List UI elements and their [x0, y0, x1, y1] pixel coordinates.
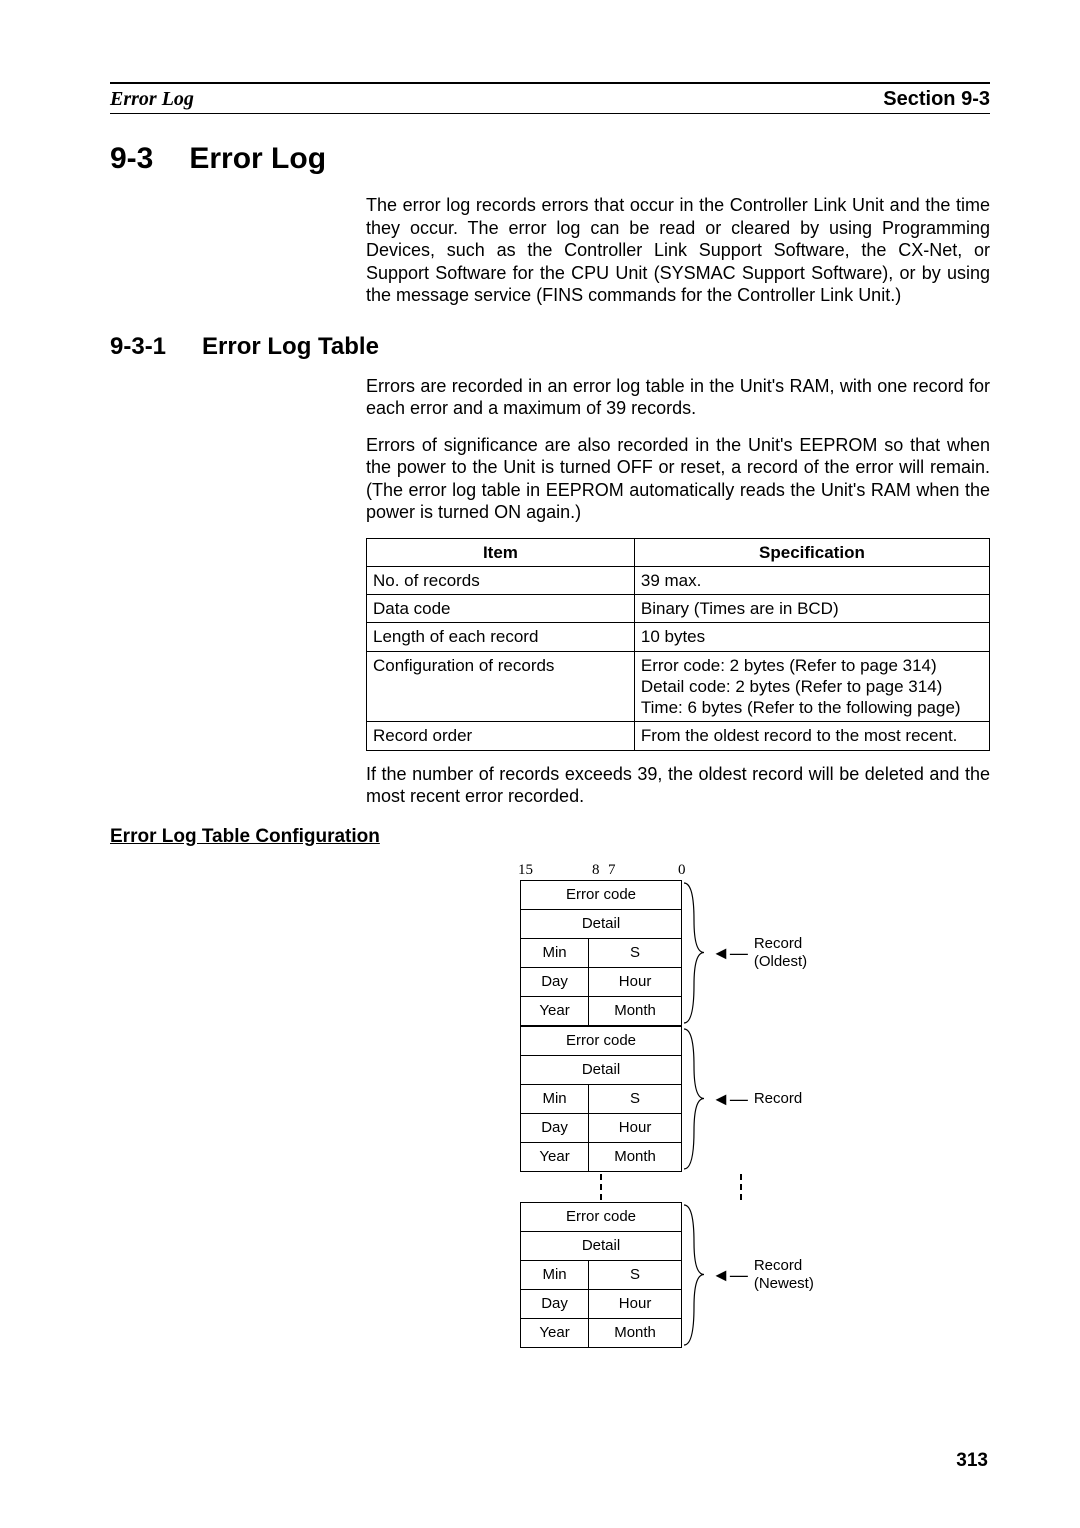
arrow-left-icon: ◄— [712, 944, 748, 962]
bracket-icon [682, 1026, 712, 1172]
section-number: 9-3 [110, 142, 153, 176]
cell-month: Month [589, 1142, 682, 1171]
th-spec: Specification [634, 538, 989, 566]
paragraph-eeprom: Errors of significance are also recorded… [366, 434, 990, 524]
cell-s: S [589, 938, 682, 967]
bracket-icon [682, 880, 712, 1026]
cell-hour: Hour [589, 1289, 682, 1318]
cell-month: Month [589, 1318, 682, 1347]
label-newest: ◄— Record (Newest) [712, 1257, 814, 1292]
cell-day: Day [521, 967, 589, 996]
th-item: Item [367, 538, 635, 566]
label-oldest: ◄— Record (Oldest) [712, 935, 807, 970]
table-row: Data code Binary (Times are in BCD) [367, 595, 990, 623]
spec-table: Item Specification No. of records 39 max… [366, 538, 990, 751]
bit-8: 8 [592, 862, 600, 879]
cell-s: S [589, 1084, 682, 1113]
cell-spec: From the oldest record to the most recen… [634, 722, 989, 750]
table-row: Configuration of records Error code: 2 b… [367, 651, 990, 722]
ellipsis-gap [520, 1172, 682, 1202]
bit-7: 7 [608, 862, 616, 879]
record-diagram: 15 8 7 0 Error code Detail MinS DayHour … [520, 862, 980, 1348]
table-row: No. of records 39 max. [367, 566, 990, 594]
cell-s: S [589, 1260, 682, 1289]
record-middle: Error code Detail MinS DayHour YearMonth… [520, 1026, 980, 1172]
table-row: Length of each record 10 bytes [367, 623, 990, 651]
cell-month: Month [589, 996, 682, 1025]
running-header: Error Log Section 9-3 [110, 88, 990, 114]
cell-item: Length of each record [367, 623, 635, 651]
cell-item: No. of records [367, 566, 635, 594]
cell-min: Min [521, 1260, 589, 1289]
arrow-left-icon: ◄— [712, 1266, 748, 1284]
cell-detail: Detail [521, 1231, 682, 1260]
cell-spec: Error code: 2 bytes (Refer to page 314) … [634, 651, 989, 722]
cell-error-code: Error code [521, 1202, 682, 1231]
section-title: Error Log [189, 142, 326, 176]
paragraph-overflow: If the number of records exceeds 39, the… [366, 763, 990, 808]
cell-year: Year [521, 1142, 589, 1171]
cell-min: Min [521, 938, 589, 967]
label-record: ◄— Record [712, 1090, 802, 1108]
bit-15: 15 [518, 862, 533, 879]
bracket-icon [682, 1202, 712, 1348]
cell-year: Year [521, 1318, 589, 1347]
cell-item: Record order [367, 722, 635, 750]
cell-min: Min [521, 1084, 589, 1113]
paragraph-ram: Errors are recorded in an error log tabl… [366, 375, 990, 420]
bit-labels: 15 8 7 0 [520, 862, 682, 880]
cell-spec: 39 max. [634, 566, 989, 594]
page-number: 313 [956, 1450, 988, 1472]
table-row: Record order From the oldest record to t… [367, 722, 990, 750]
cell-spec: 10 bytes [634, 623, 989, 651]
subsection-title: Error Log Table [202, 333, 379, 361]
cell-error-code: Error code [521, 1026, 682, 1055]
arrow-left-icon: ◄— [712, 1090, 748, 1108]
config-heading: Error Log Table Configuration [110, 826, 990, 848]
bit-0: 0 [678, 862, 686, 879]
cell-day: Day [521, 1289, 589, 1318]
subsection-number: 9-3-1 [110, 333, 166, 361]
cell-spec: Binary (Times are in BCD) [634, 595, 989, 623]
cell-day: Day [521, 1113, 589, 1142]
cell-year: Year [521, 996, 589, 1025]
cell-item: Data code [367, 595, 635, 623]
record-oldest: Error code Detail MinS DayHour YearMonth… [520, 880, 980, 1026]
intro-paragraph: The error log records errors that occur … [366, 194, 990, 307]
cell-hour: Hour [589, 1113, 682, 1142]
subsection-heading: 9-3-1 Error Log Table [110, 333, 990, 361]
ellipsis-gap-right [740, 1174, 742, 1200]
section-heading: 9-3 Error Log [110, 142, 990, 176]
record-newest: Error code Detail MinS DayHour YearMonth… [520, 1202, 980, 1348]
cell-detail: Detail [521, 909, 682, 938]
cell-error-code: Error code [521, 880, 682, 909]
header-left: Error Log [110, 88, 194, 111]
header-right: Section 9-3 [883, 88, 990, 111]
cell-detail: Detail [521, 1055, 682, 1084]
cell-item: Configuration of records [367, 651, 635, 722]
cell-hour: Hour [589, 967, 682, 996]
